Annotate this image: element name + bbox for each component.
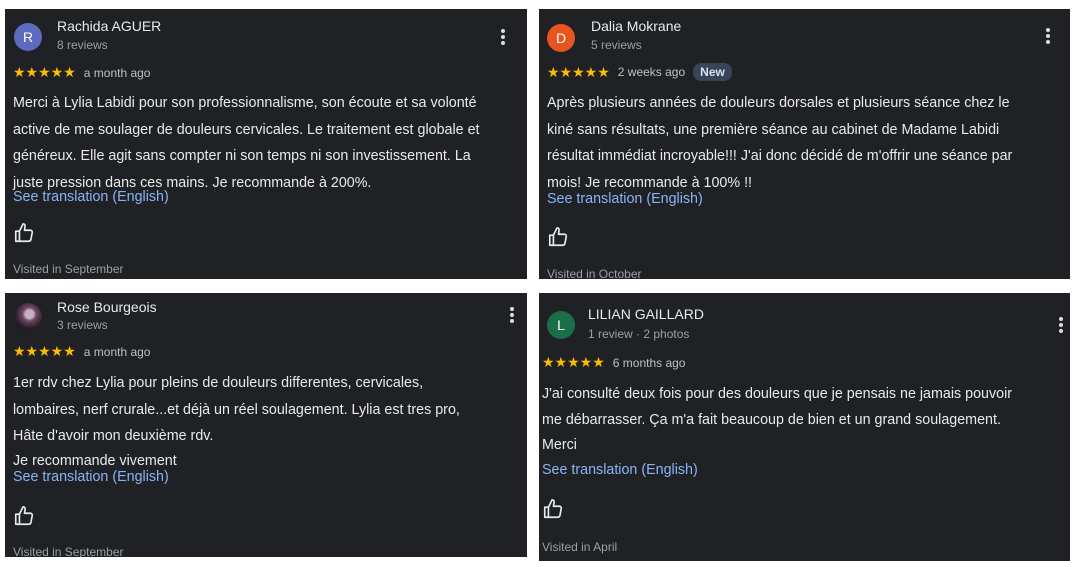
visit-date: Visited in April [542,540,618,554]
review-text: Merci à Lylia Labidi pour son profession… [13,95,480,191]
see-translation-link[interactable]: See translation (English) [13,189,169,205]
rating-row: ★★★★★ a month ago [13,64,150,81]
thumbs-up-icon[interactable] [542,498,564,520]
more-options-icon[interactable] [1041,26,1055,46]
see-translation-link[interactable]: See translation (English) [542,462,698,478]
review-card: L LILIAN GAILLARD 1 review · 2 photos ★★… [539,293,1070,561]
reviewer-meta: 3 reviews [57,318,108,332]
more-options-icon[interactable] [1054,315,1068,335]
new-badge: New [693,63,732,81]
review-card: R Rachida AGUER 8 reviews ★★★★★ a month … [5,9,527,279]
reviewer-name[interactable]: Rachida AGUER [57,18,161,34]
reviewer-name[interactable]: LILIAN GAILLARD [588,306,704,322]
review-text: Après plusieurs années de douleurs dorsa… [547,95,1013,191]
reviewer-meta: 5 reviews [591,38,642,52]
avatar[interactable]: L [547,311,575,339]
visit-date: Visited in September [13,545,124,557]
rating-row: ★★★★★ a month ago [13,343,150,360]
review-text: J'ai consulté deux fois pour des douleur… [542,386,1013,453]
see-translation-link[interactable]: See translation (English) [547,191,703,207]
review-card: D Dalia Mokrane 5 reviews ★★★★★ 2 weeks … [539,9,1070,279]
rating-row: ★★★★★ 6 months ago [542,354,685,371]
visit-date: Visited in September [13,262,124,276]
reviewer-name[interactable]: Rose Bourgeois [57,299,157,315]
review-text: 1er rdv chez Lylia pour pleins de douleu… [13,375,460,469]
more-options-icon[interactable] [505,305,519,325]
see-translation-link[interactable]: See translation (English) [13,469,169,485]
review-date: a month ago [83,344,151,359]
avatar[interactable] [14,303,42,331]
star-rating: ★★★★★ [547,63,610,80]
avatar[interactable]: D [547,24,575,52]
more-options-icon[interactable] [496,27,510,47]
avatar[interactable]: R [14,23,42,51]
star-rating: ★★★★★ [542,354,605,370]
thumbs-up-icon[interactable] [13,505,35,527]
reviewer-meta: 8 reviews [57,38,108,52]
star-rating: ★★★★★ [13,64,76,80]
reviewer-meta: 1 review · 2 photos [588,327,690,341]
thumbs-up-icon[interactable] [547,226,569,248]
reviewer-name[interactable]: Dalia Mokrane [591,18,681,34]
thumbs-up-icon[interactable] [13,222,35,244]
review-date: 2 weeks ago [617,65,686,79]
rating-row: ★★★★★ 2 weeks ago New [547,63,732,81]
star-rating: ★★★★★ [13,343,76,359]
review-card: Rose Bourgeois 3 reviews ★★★★★ a month a… [5,293,527,557]
visit-date: Visited in October [547,267,642,279]
review-date: 6 months ago [612,355,686,370]
review-date: a month ago [83,65,151,80]
